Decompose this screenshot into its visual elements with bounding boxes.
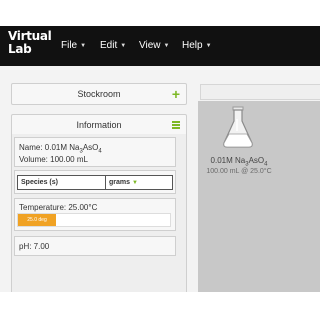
stockroom-panel-header[interactable]: Stockroom + [11, 83, 187, 105]
menu-edit[interactable]: Edit ▼ [100, 40, 126, 51]
top-navigation-bar: Virtual Lab File ▼ Edit ▼ View ▼ Help ▼ [0, 26, 320, 66]
temperature-bar: 25.0 deg [17, 213, 171, 227]
menu-help-label: Help [182, 40, 203, 51]
chevron-down-icon: ▼ [80, 42, 87, 49]
app-logo[interactable]: Virtual Lab [8, 30, 52, 56]
flask-solution-detail: 100.00 mL @ 25.0°C [206, 168, 272, 175]
workbench: 0.01M Na3AsO4 100.00 mL @ 25.0°C [198, 101, 320, 292]
ph-value: pH: 7.00 [19, 242, 50, 251]
menu-icon[interactable] [172, 121, 180, 129]
flask-solution-name: 0.01M Na3AsO4 [210, 156, 268, 168]
menu-edit-label: Edit [100, 40, 118, 51]
ph-card: pH: 7.00 [14, 236, 176, 256]
species-table: Species (s) grams ▼ [17, 175, 173, 190]
information-title: Information [76, 120, 122, 130]
chevron-down-icon: ▼ [163, 42, 170, 49]
menu-view-label: View [139, 40, 161, 51]
grams-column-header[interactable]: grams ▼ [106, 176, 172, 189]
chevron-down-icon: ▼ [120, 42, 127, 49]
temperature-label: Temperature: 25.00°C [19, 203, 98, 212]
logo-line-2: Lab [8, 42, 32, 56]
menu-help[interactable]: Help ▼ [182, 40, 212, 51]
erlenmeyer-flask-icon[interactable] [220, 105, 256, 156]
solution-info-card: Name: 0.01M Na3AsO4 Volume: 100.00 mL [14, 137, 176, 167]
temperature-bar-fill: 25.0 deg [18, 214, 56, 226]
chevron-down-icon: ▼ [131, 180, 138, 186]
chevron-down-icon: ▼ [205, 42, 212, 49]
solution-name: Name: 0.01M Na3AsO4 [19, 143, 102, 155]
information-panel-header[interactable]: Information [11, 114, 187, 136]
stockroom-title: Stockroom [77, 89, 121, 99]
menu-file-label: File [61, 40, 78, 51]
solution-volume: Volume: 100.00 mL [19, 155, 88, 164]
menu-file[interactable]: File ▼ [61, 40, 86, 51]
species-column-header[interactable]: Species (s) [18, 176, 106, 189]
menu-view[interactable]: View ▼ [139, 40, 169, 51]
add-icon[interactable]: + [172, 86, 180, 102]
workbench-tab[interactable] [200, 84, 320, 100]
